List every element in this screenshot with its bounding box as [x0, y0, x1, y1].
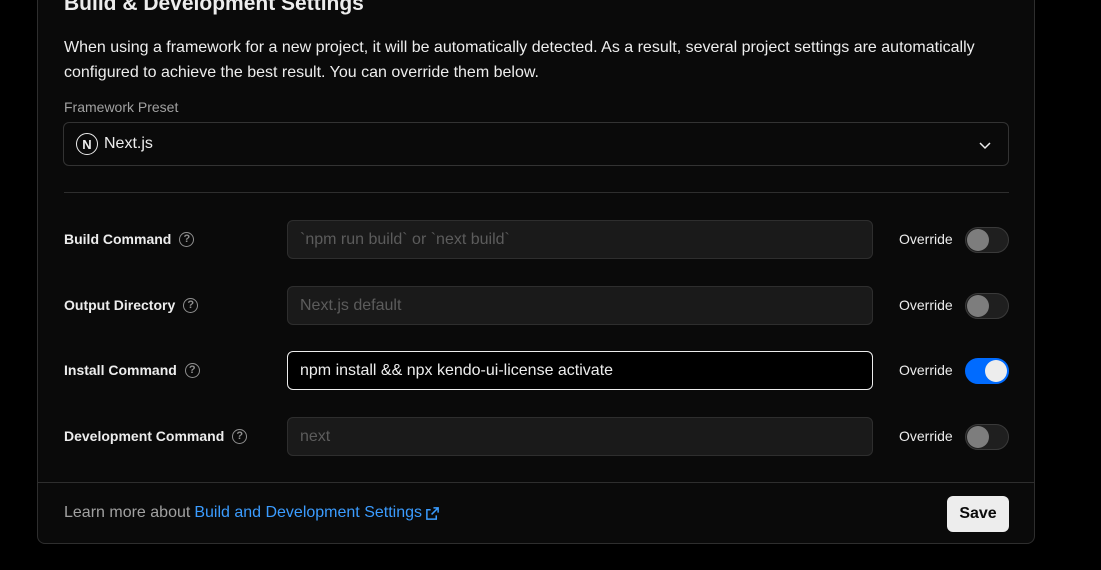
- nextjs-logo-icon: N: [76, 133, 98, 155]
- development-command-row: Development Command ? Override: [0, 417, 1101, 457]
- override-label: Override: [899, 362, 953, 378]
- footer-prefix: Learn more about: [64, 504, 191, 521]
- docs-link[interactable]: Build and Development Settings: [194, 504, 422, 522]
- help-icon[interactable]: ?: [232, 428, 248, 444]
- section-description: When using a framework for a new project…: [64, 39, 975, 81]
- install-command-override-toggle[interactable]: [965, 358, 1009, 384]
- development-command-override-toggle[interactable]: [965, 424, 1009, 450]
- chevron-down-icon: [979, 142, 991, 150]
- output-directory-override-toggle[interactable]: [965, 293, 1009, 319]
- help-icon[interactable]: ?: [184, 362, 200, 378]
- override-label: Override: [899, 231, 953, 247]
- toggle-knob: [967, 426, 989, 448]
- build-command-override-toggle[interactable]: [965, 227, 1009, 253]
- help-icon[interactable]: ?: [179, 231, 195, 247]
- toggle-knob: [967, 295, 989, 317]
- framework-preset-select[interactable]: N Next.js: [63, 122, 1009, 166]
- output-directory-label: Output Directory: [64, 297, 176, 313]
- install-command-input[interactable]: [287, 351, 873, 390]
- framework-preset-label: Framework Preset: [64, 99, 179, 115]
- footer-divider: [38, 482, 1034, 483]
- section-title: Build & Development Settings: [64, 0, 364, 15]
- toggle-knob: [967, 229, 989, 251]
- divider: [64, 192, 1009, 193]
- external-link-icon: [426, 506, 439, 520]
- build-command-input[interactable]: [287, 220, 873, 259]
- footer-learn-more: Learn more about Build and Development S…: [64, 504, 440, 522]
- override-label: Override: [899, 297, 953, 313]
- build-command-row: Build Command ? Override: [0, 220, 1101, 260]
- development-command-input[interactable]: [287, 417, 873, 456]
- development-command-label: Development Command: [64, 428, 225, 444]
- install-command-row: Install Command ? Override: [0, 351, 1101, 391]
- toggle-knob: [985, 360, 1007, 382]
- build-command-label: Build Command: [64, 231, 172, 247]
- override-label: Override: [899, 428, 953, 444]
- help-icon[interactable]: ?: [183, 297, 199, 313]
- framework-preset-value: Next.js: [104, 135, 153, 152]
- install-command-label: Install Command: [64, 362, 177, 378]
- output-directory-row: Output Directory ? Override: [0, 286, 1101, 326]
- output-directory-input[interactable]: [287, 286, 873, 325]
- save-button[interactable]: Save: [947, 496, 1009, 532]
